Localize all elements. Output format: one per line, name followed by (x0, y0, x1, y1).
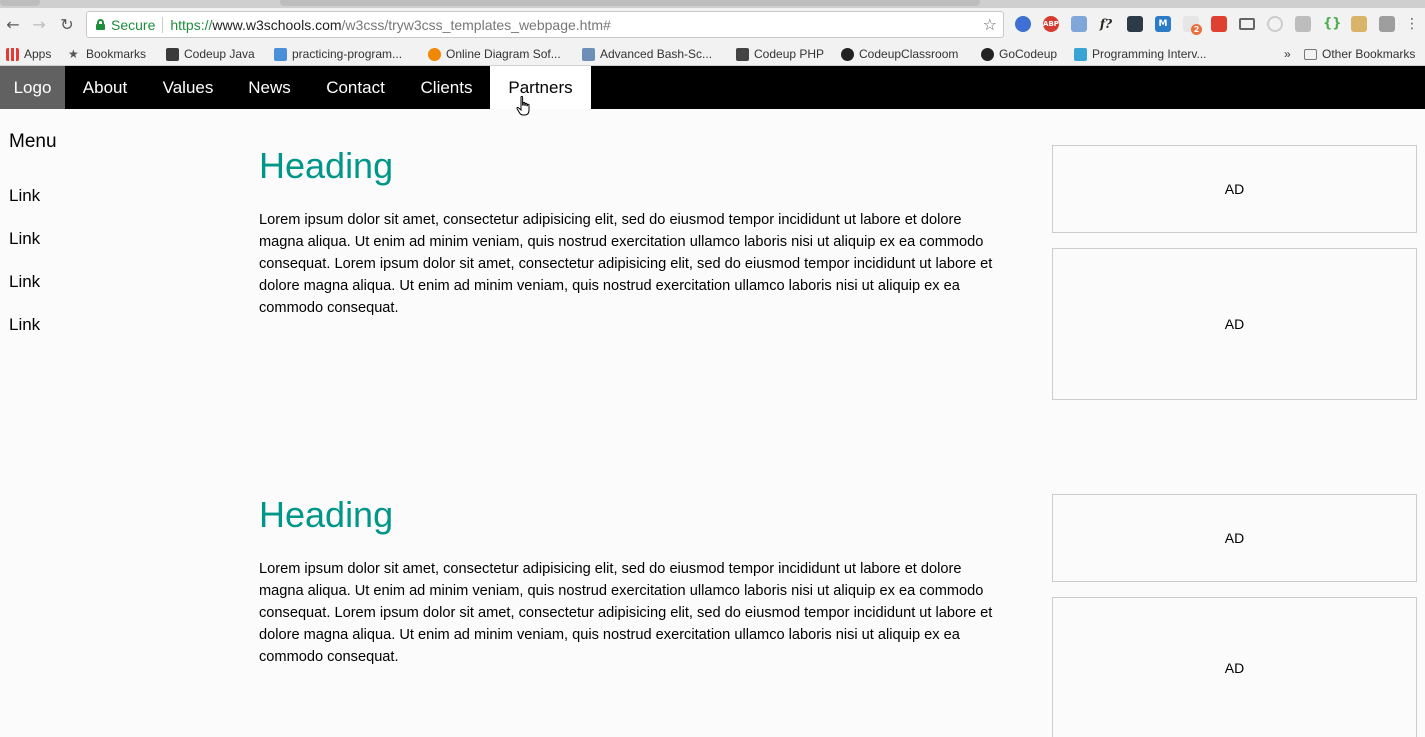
forward-arrow-icon[interactable]: → (29, 15, 49, 35)
bookmark-star-icon[interactable]: ☆ (983, 15, 997, 34)
ad-box[interactable]: AD (1052, 248, 1417, 400)
paragraph-line: Lorem ipsum dolor sit amet, consectetur … (259, 561, 962, 577)
nav-about[interactable]: About (65, 66, 145, 109)
url-divider (162, 16, 164, 33)
browser-toolbar: ← → ↻ Secure https://www.w3schools.com/w… (0, 8, 1425, 42)
ad-box[interactable]: AD (1052, 494, 1417, 582)
url-path: /w3css/tryw3css_templates_webpage.htm# (341, 16, 611, 33)
url-scheme: https:// (170, 16, 213, 33)
bookmarks-overflow-button[interactable]: » (1284, 45, 1291, 63)
bookmarks-bar: Apps ★ Bookmarks Codeup Java practicing-… (0, 42, 1425, 66)
sidebar-link-4[interactable]: Link (9, 315, 40, 335)
paragraph-line: commodo consequat. (259, 649, 399, 665)
document-icon (274, 47, 287, 61)
bookmark-label: Bookmarks (86, 47, 147, 61)
sidebar-link-3[interactable]: Link (9, 272, 40, 292)
extension-badge: 2 (1191, 24, 1202, 35)
hand-cursor-icon (516, 96, 530, 116)
tab-edge[interactable] (0, 0, 40, 6)
stack-icon (1074, 47, 1087, 61)
apps-grid-icon (6, 47, 19, 61)
paragraph-line: commodo consequat. (259, 300, 399, 316)
lock-icon (96, 19, 105, 30)
adblock-plus-icon[interactable]: ABP (1043, 16, 1059, 32)
bookmark-gocodeup[interactable]: GoCodeup (981, 45, 1057, 63)
bookmark-codeup-java[interactable]: Codeup Java (166, 45, 255, 63)
paragraph-line: dolore magna aliqua. Ut enim ad minim ve… (259, 278, 960, 294)
secure-label: Secure (111, 16, 156, 33)
m-extension-icon[interactable]: M (1155, 16, 1171, 32)
image-extension-icon[interactable] (1351, 16, 1367, 32)
extension-tool-icon[interactable] (1071, 16, 1087, 32)
section-paragraph: Lorem ipsum dolor sit amet, consectetur … (259, 209, 1029, 319)
bookmark-codeup-php[interactable]: Codeup PHP (736, 45, 824, 63)
extension-dark-icon[interactable] (1127, 16, 1143, 32)
paragraph-line: consequat. Lorem ipsum dolor sit amet, c… (259, 605, 993, 621)
bookmark-label: Apps (24, 47, 52, 61)
bookmark-label: GoCodeup (999, 47, 1058, 61)
extension-grey-icon[interactable] (1295, 16, 1311, 32)
bookmark-codeup-classroom[interactable]: CodeupClassroom (841, 45, 958, 63)
bookmark-apps[interactable]: Apps (6, 45, 51, 63)
github-icon (841, 47, 854, 61)
codeup-icon (166, 47, 179, 61)
folder-icon (1304, 48, 1317, 60)
page-icon (582, 47, 595, 61)
browser-tab[interactable] (280, 0, 980, 6)
nav-values[interactable]: Values (145, 66, 231, 109)
browser-tab-strip (0, 0, 1425, 8)
bookmark-label: Online Diagram Sof... (446, 47, 561, 61)
reload-icon[interactable]: ↻ (57, 15, 77, 35)
paragraph-line: consequat. Lorem ipsum dolor sit amet, c… (259, 256, 993, 272)
nav-partners[interactable]: Partners (490, 66, 591, 109)
chrome-menu-icon[interactable]: ⋮ (1402, 14, 1422, 34)
diagram-icon (428, 47, 441, 61)
ad-box[interactable]: AD (1052, 145, 1417, 233)
ad-box[interactable]: AD (1052, 597, 1417, 737)
brace-extension-icon[interactable]: {} (1323, 16, 1342, 32)
codeup-icon (736, 47, 749, 61)
bookmark-label: practicing-program... (292, 47, 403, 61)
lastpass-icon[interactable] (1211, 16, 1227, 32)
top-navbar: Logo About Values News Contact Clients P… (0, 66, 1425, 109)
address-bar[interactable]: Secure https://www.w3schools.com/w3css/t… (86, 11, 1004, 38)
section-heading: Heading (259, 494, 394, 535)
url-host: www.w3schools.com (212, 16, 342, 33)
chrome-extension-icon[interactable] (1015, 16, 1031, 32)
bookmark-label: Other Bookmarks (1322, 47, 1416, 61)
bookmark-online-diagram[interactable]: Online Diagram Sof... (428, 45, 561, 63)
circle-extension-icon[interactable] (1267, 16, 1283, 32)
section-paragraph: Lorem ipsum dolor sit amet, consectetur … (259, 558, 1029, 668)
bookmark-practicing-program[interactable]: practicing-program... (274, 45, 402, 63)
bookmark-advanced-bash[interactable]: Advanced Bash-Sc... (582, 45, 712, 63)
star-icon: ★ (68, 46, 79, 61)
badge-extension-icon[interactable]: 2 (1183, 16, 1202, 35)
paragraph-line: Lorem ipsum dolor sit amet, consectetur … (259, 212, 962, 228)
github-icon (981, 47, 994, 61)
formula-extension-icon[interactable]: f? (1098, 16, 1114, 32)
bookmark-programming-interv[interactable]: Programming Interv... (1074, 45, 1206, 63)
nav-logo[interactable]: Logo (0, 66, 65, 109)
bookmark-label: CodeupClassroom (859, 47, 959, 61)
paragraph-line: dolore magna aliqua. Ut enim ad minim ve… (259, 627, 960, 643)
camera-extension-icon[interactable] (1379, 16, 1395, 32)
sidebar-link-1[interactable]: Link (9, 186, 40, 206)
section-heading: Heading (259, 145, 394, 186)
overflow-label: » (1284, 47, 1291, 61)
bookmark-label: Programming Interv... (1092, 47, 1207, 61)
paragraph-line: magna aliqua. Ut enim ad minim veniam, q… (259, 583, 984, 599)
laptop-extension-icon[interactable] (1239, 18, 1255, 30)
sidebar-title: Menu (9, 131, 57, 152)
paragraph-line: magna aliqua. Ut enim ad minim veniam, q… (259, 234, 984, 250)
nav-contact[interactable]: Contact (308, 66, 403, 109)
sidebar-link-2[interactable]: Link (9, 229, 40, 249)
bookmark-label: Codeup PHP (754, 47, 825, 61)
bookmark-bookmarks[interactable]: ★ Bookmarks (68, 45, 146, 63)
bookmark-other-bookmarks[interactable]: Other Bookmarks (1304, 45, 1415, 63)
nav-clients[interactable]: Clients (403, 66, 490, 109)
bookmark-label: Advanced Bash-Sc... (600, 47, 713, 61)
back-arrow-icon[interactable]: ← (3, 15, 23, 35)
nav-news[interactable]: News (231, 66, 308, 109)
bookmark-label: Codeup Java (184, 47, 255, 61)
